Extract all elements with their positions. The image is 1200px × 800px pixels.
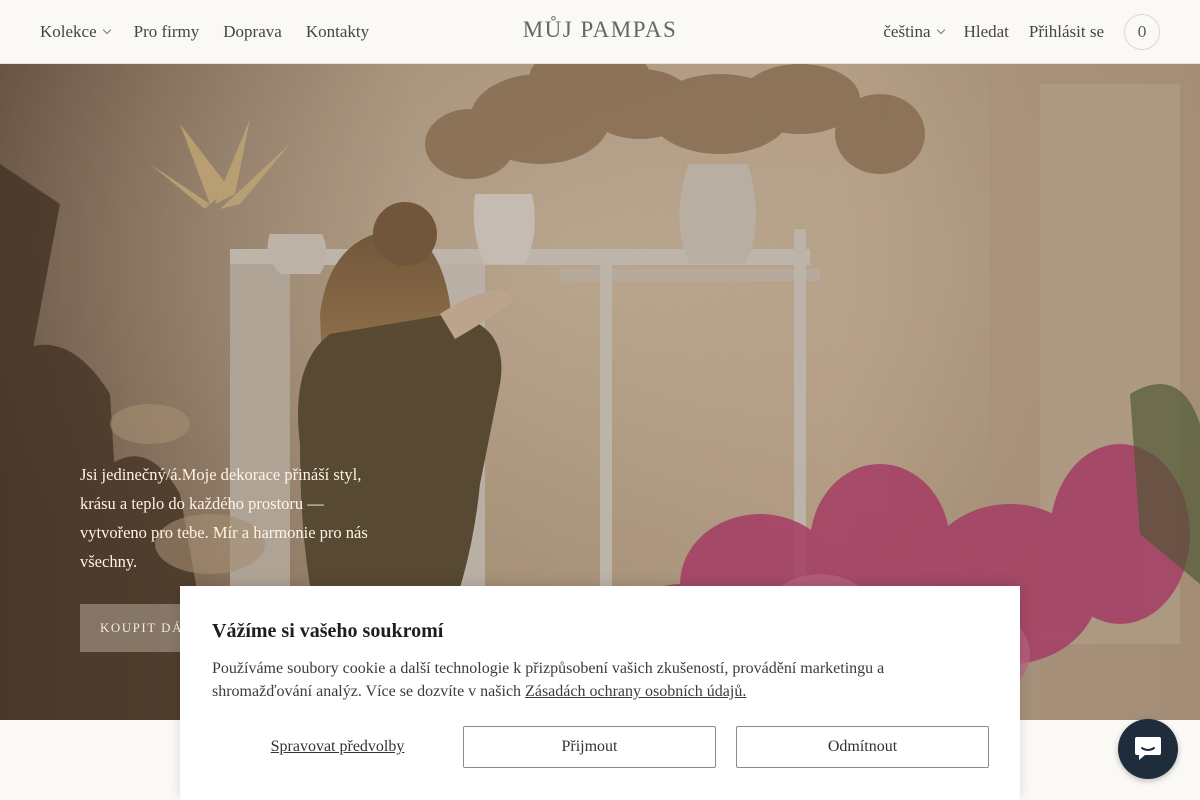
- manage-preferences-button[interactable]: Spravovat předvolby: [212, 726, 463, 768]
- cart-count: 0: [1137, 23, 1147, 41]
- search-label: Hledat: [963, 22, 1009, 41]
- chat-bubble-icon: [1135, 737, 1161, 760]
- accept-button[interactable]: Přijmout: [463, 726, 716, 768]
- cookie-title: Vážíme si vašeho soukromí: [212, 620, 444, 642]
- cart-button[interactable]: 0: [1124, 14, 1160, 50]
- login-label: Přihlásit se: [1028, 22, 1104, 41]
- chevron-down-icon: [936, 25, 945, 35]
- language-selector[interactable]: čeština: [883, 22, 945, 42]
- decline-button[interactable]: Odmítnout: [736, 726, 989, 768]
- login-link[interactable]: Přihlásit se: [1029, 22, 1104, 42]
- privacy-policy-link[interactable]: Zásadách ochrany osobních údajů.: [525, 683, 746, 700]
- cookie-consent-dialog: Vážíme si vašeho soukromí Používáme soub…: [180, 586, 1020, 800]
- language-label: čeština: [883, 22, 931, 41]
- cookie-actions: Spravovat předvolby Přijmout Odmítnout: [212, 726, 989, 768]
- cookie-text: Používáme soubory cookie a další technol…: [212, 657, 988, 703]
- hero-tagline: Jsi jedinečný/á.Moje dekorace přináší st…: [80, 465, 368, 571]
- site-header: Kolekce Pro firmy Doprava Kontakty MŮJ P…: [0, 0, 1200, 64]
- chat-button[interactable]: [1118, 719, 1178, 779]
- search-link[interactable]: Hledat: [964, 22, 1009, 42]
- utility-nav: čeština Hledat Přihlásit se 0: [883, 0, 1160, 64]
